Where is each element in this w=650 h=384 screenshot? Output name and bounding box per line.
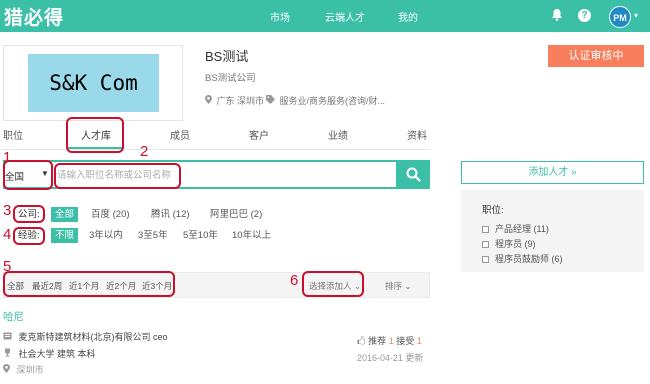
- company-full-name: BS测试公司: [205, 73, 256, 84]
- candidate-location: 深圳市: [3, 363, 44, 376]
- app-logo[interactable]: 猎必得: [4, 3, 64, 30]
- checkbox[interactable]: [482, 256, 489, 263]
- nav-market[interactable]: 市场: [270, 9, 290, 24]
- nav-cloud-talent[interactable]: 云端人才: [325, 9, 365, 24]
- experience-filter-option[interactable]: 5至10年: [183, 228, 218, 243]
- experience-filter-option[interactable]: 10年以上: [232, 228, 271, 243]
- sort-dropdown[interactable]: 排序 ⌄: [385, 280, 412, 292]
- position-filter-label: 程序员鼓励师 (6): [495, 254, 563, 264]
- checkbox[interactable]: [482, 226, 489, 233]
- position-filter-label: 产品经理 (11): [495, 224, 549, 234]
- briefcase-icon: [3, 332, 15, 342]
- annotation-number: 6: [290, 272, 299, 289]
- company-location: 广东 深圳市: [205, 94, 264, 107]
- experience-filter-option[interactable]: 不限: [51, 228, 79, 243]
- tab-performance[interactable]: 业绩: [328, 127, 348, 142]
- location-pin-icon: [205, 95, 215, 106]
- search-button[interactable]: [396, 160, 430, 189]
- company-location-text: 广东 深圳市: [216, 96, 265, 106]
- location-pin-icon: [3, 364, 13, 375]
- candidate-education-text: 社会大学 建筑 本科: [18, 349, 96, 359]
- position-filter-item[interactable]: 程序员鼓励师 (6): [482, 252, 563, 265]
- company-logo-frame: S&K Com: [3, 45, 183, 121]
- company-industry-text: 服务业/商务服务(咨询/财...: [279, 96, 386, 106]
- candidate-education: 社会大学 建筑 本科: [3, 347, 96, 360]
- experience-filter-row: 经验: 不限 3年以内 3至5年 5至10年 10年以上: [3, 228, 430, 247]
- experience-filter-option[interactable]: 3至5年: [138, 228, 168, 243]
- candidate-updated-date: 2016-04-21 更新: [357, 353, 424, 363]
- company-name: BS测试: [205, 49, 249, 64]
- help-icon[interactable]: ?: [578, 9, 591, 22]
- candidate-job-text: 麦克斯特建筑材料(北京)有限公司 ceo: [18, 332, 168, 342]
- company-filter-row: 公司: 全部 百度 (20) 腾讯 (12) 阿里巴巴 (2): [3, 207, 430, 226]
- tab-positions[interactable]: 职位: [3, 127, 23, 142]
- position-filter-item[interactable]: 产品经理 (11): [482, 222, 549, 235]
- annotation-number: 4: [3, 226, 12, 243]
- accept-label: 接受: [396, 336, 415, 346]
- annotation-box-experience-label: [13, 227, 45, 245]
- company-industry: 服务业/商务服务(咨询/财...: [266, 94, 385, 107]
- recommend-label: 推荐: [368, 336, 387, 346]
- annotation-box-search: [54, 163, 181, 189]
- annotation-box-company-label: [13, 205, 45, 223]
- trophy-icon: [3, 348, 15, 359]
- chevron-down-icon[interactable]: ▾: [634, 11, 638, 20]
- candidate-location-text: 深圳市: [16, 365, 44, 375]
- sort-label: 排序: [385, 281, 403, 291]
- company-filter-option[interactable]: 全部: [51, 207, 79, 222]
- tab-bar: [0, 120, 430, 150]
- accept-count: 1: [416, 336, 422, 346]
- annotation-box-region: [3, 160, 53, 190]
- checkbox[interactable]: [482, 241, 489, 248]
- company-filter-option[interactable]: 腾讯 (12): [151, 207, 190, 222]
- certification-pending-button[interactable]: 认证审核中: [548, 45, 644, 67]
- tab-clients[interactable]: 客户: [249, 127, 269, 142]
- search-icon: [406, 167, 421, 182]
- recommend-count: 1: [388, 336, 394, 346]
- company-filter-option[interactable]: 阿里巴巴 (2): [210, 207, 262, 222]
- add-talent-button[interactable]: 添加人才 »: [461, 161, 644, 184]
- chevron-down-icon: ⌄: [402, 281, 412, 291]
- experience-filter-option[interactable]: 3年以内: [89, 228, 123, 243]
- annotation-box-time-filter: [3, 271, 175, 297]
- candidate-name[interactable]: 哈尼: [3, 309, 24, 324]
- annotation-number: 2: [140, 143, 149, 160]
- thumbs-up-icon: 🖒: [357, 336, 366, 346]
- bell-icon[interactable]: [551, 8, 563, 24]
- avatar[interactable]: PM: [609, 6, 631, 28]
- tab-members[interactable]: 成员: [170, 127, 190, 142]
- recommend-stats: 🖒 推荐 1 接受 1: [357, 334, 422, 350]
- tab-profile[interactable]: 资料: [407, 127, 427, 142]
- position-filter-title: 职位:: [482, 205, 504, 216]
- company-logo: S&K Com: [28, 54, 159, 112]
- annotation-number: 3: [3, 202, 12, 219]
- position-filter-item[interactable]: 程序员 (9): [482, 237, 536, 250]
- annotation-box-talent-tab: [66, 117, 124, 153]
- company-filter-option[interactable]: 百度 (20): [91, 207, 130, 222]
- candidate-job: 麦克斯特建筑材料(北京)有限公司 ceo: [3, 330, 168, 343]
- position-filter-label: 程序员 (9): [495, 239, 536, 249]
- tag-icon: [266, 95, 278, 106]
- annotation-box-added-by: [302, 271, 364, 297]
- nav-mine[interactable]: 我的: [398, 9, 418, 24]
